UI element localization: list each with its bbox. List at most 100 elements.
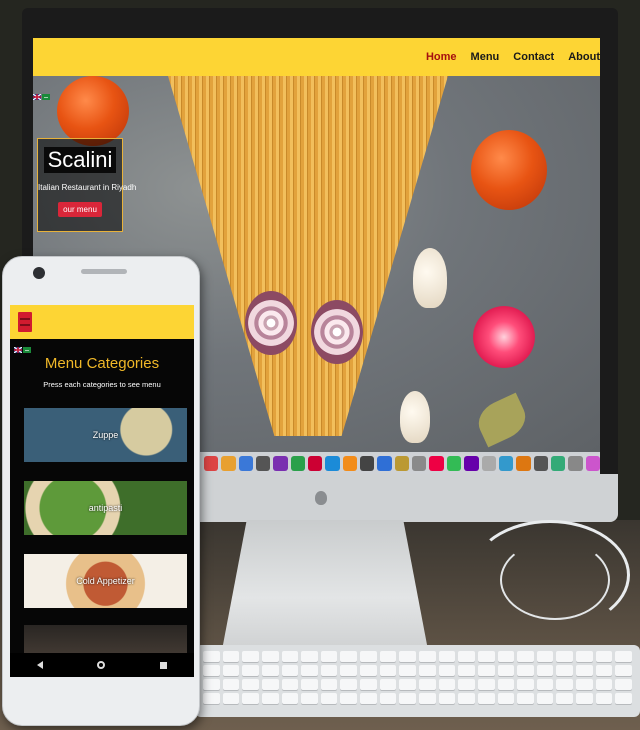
onion-illustration: [311, 300, 363, 364]
dock-app-icon: [377, 455, 392, 471]
dock-app-icon: [308, 455, 323, 471]
keyboard-key: [517, 651, 534, 662]
our-menu-button[interactable]: our menu: [58, 202, 102, 217]
dock-app-icon: [412, 455, 427, 471]
mobile-navbar: [10, 305, 194, 339]
keyboard-key: [458, 665, 475, 676]
keyboard-key: [222, 665, 240, 676]
dock-app-icon: [516, 455, 531, 471]
keyboard-key: [360, 693, 377, 704]
dock-app-icon: [533, 455, 548, 471]
keyboard-key: [458, 679, 475, 690]
keyboard-key: [438, 665, 456, 676]
keyboard-key: [261, 651, 279, 662]
keyboard-key: [477, 693, 495, 704]
keyboard-key: [615, 665, 632, 676]
hamburger-menu-icon[interactable]: [18, 312, 32, 332]
keyboard-key: [595, 679, 613, 690]
keyboard-key: [203, 651, 220, 662]
keyboard-key: [536, 665, 554, 676]
keyboard-key: [222, 693, 240, 704]
pasta-illustration: [168, 76, 448, 436]
dock-app-icon: [273, 455, 288, 471]
keyboard-key: [301, 693, 318, 704]
keyboard-key: [203, 665, 220, 676]
nav-about-link[interactable]: About: [568, 51, 600, 63]
saudi-flag-icon[interactable]: [23, 347, 31, 353]
keyboard-key: [360, 665, 377, 676]
phone-speaker: [81, 269, 127, 274]
onion-illustration: [245, 291, 297, 355]
keyboard-key: [340, 679, 358, 690]
keyboard-key: [517, 693, 534, 704]
keyboard-key: [497, 693, 515, 704]
menu-categories-subtitle: Press each categories to see menu: [43, 380, 161, 389]
keyboard-key: [595, 693, 613, 704]
keyboard-key: [320, 665, 338, 676]
keyboard-key: [320, 651, 338, 662]
nav-home-link[interactable]: Home: [426, 51, 457, 63]
dock-app-icon: [342, 455, 358, 471]
brand-subtitle: Italian Restaurant in Riyadh: [38, 183, 137, 192]
keyboard-key: [419, 679, 436, 690]
leaf-illustration: [472, 392, 532, 448]
mobile-website-screen: Menu Categories Press each categories to…: [10, 305, 194, 677]
garlic-illustration: [413, 248, 447, 308]
dock-app-icon: [394, 455, 410, 471]
dock-app-icon: [481, 455, 496, 471]
keyboard-key: [222, 651, 240, 662]
keyboard-key: [340, 693, 358, 704]
back-icon[interactable]: [37, 661, 44, 669]
flower-illustration: [473, 306, 535, 368]
keyboard-key: [203, 679, 220, 690]
keyboard-key: [242, 693, 259, 704]
keyboard-key: [556, 679, 574, 690]
dock-app-icon: [204, 455, 219, 471]
keyboard-key: [419, 665, 436, 676]
keyboard-key: [595, 651, 613, 662]
recent-apps-icon[interactable]: [159, 661, 167, 669]
category-card-cold-appetizer[interactable]: Cold Appetizer: [24, 554, 187, 608]
dock-app-icon: [585, 455, 600, 471]
keyboard-key: [281, 651, 299, 662]
keyboard-key: [261, 679, 279, 690]
keyboard-key: [301, 665, 318, 676]
keyboard-key: [536, 651, 554, 662]
keyboard-key: [556, 693, 574, 704]
monitor-stand: [222, 520, 428, 650]
keyboard-key: [320, 693, 338, 704]
keyboard-key: [242, 665, 259, 676]
keyboard-key: [419, 651, 436, 662]
cable-decoration: [500, 540, 610, 620]
keyboard-key: [281, 665, 299, 676]
language-flags: [14, 347, 31, 353]
front-camera: [33, 267, 45, 279]
keyboard-key: [399, 651, 416, 662]
uk-flag-icon[interactable]: [33, 94, 41, 100]
nav-menu-link[interactable]: Menu: [471, 51, 500, 63]
dock-app-icon: [290, 455, 306, 471]
dock-app-icon: [238, 455, 254, 471]
keyboard-key: [281, 693, 299, 704]
android-nav-bar: [10, 653, 194, 677]
garlic-illustration: [400, 391, 430, 443]
nav-contact-link[interactable]: Contact: [513, 51, 554, 63]
brand-box: Scalini Italian Restaurant in Riyadh our…: [37, 138, 137, 232]
keyboard-key: [222, 679, 240, 690]
keyboard-key: [399, 665, 416, 676]
dock-app-icon: [429, 455, 444, 471]
uk-flag-icon[interactable]: [14, 347, 22, 353]
category-card-zuppe[interactable]: Zuppe: [24, 408, 187, 462]
home-icon[interactable]: [97, 661, 106, 669]
apple-logo-icon: [315, 491, 327, 505]
keyboard-key: [438, 693, 456, 704]
keyboard-key: [399, 693, 416, 704]
menu-categories-heading: Menu Categories: [44, 355, 160, 372]
keyboard-key: [399, 679, 416, 690]
category-card-antipasti[interactable]: antipasti: [24, 481, 187, 535]
keyboard-key: [497, 665, 515, 676]
saudi-flag-icon[interactable]: [42, 94, 50, 100]
keyboard-key: [242, 651, 259, 662]
keyboard-key: [360, 651, 377, 662]
keyboard-key: [203, 693, 220, 704]
